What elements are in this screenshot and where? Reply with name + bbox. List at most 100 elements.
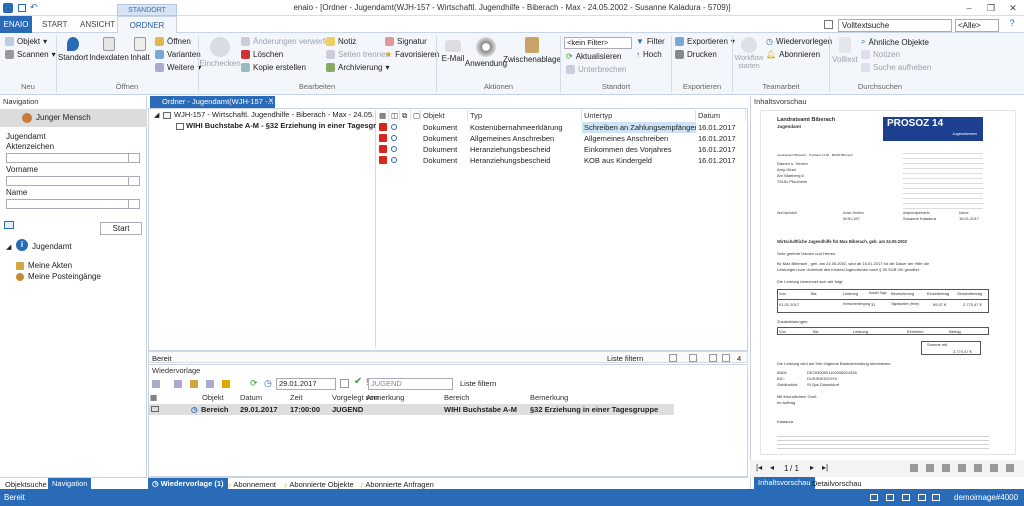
document-row[interactable]: Dokument Kostenübernahmeerklärung Schreibe… bbox=[377, 122, 747, 133]
signature-button[interactable]: Signatur bbox=[385, 37, 427, 46]
close-button[interactable]: ✕ bbox=[1002, 0, 1024, 16]
wv-col-anmerkung[interactable]: Anmerkung bbox=[366, 393, 404, 403]
subscribe-button[interactable]: 🔔︎ Abonnieren bbox=[766, 50, 820, 59]
tree-child-label[interactable]: WIHI Buchstabe A-M - §32 Erziehung in ei… bbox=[186, 121, 376, 130]
indexdaten-button[interactable]: Indexdaten bbox=[89, 37, 129, 62]
list-filter-label[interactable]: Liste filtern bbox=[460, 379, 496, 388]
copy-button[interactable]: Kopie erstellen bbox=[241, 63, 306, 72]
maximize-button[interactable]: ❐ bbox=[980, 0, 1002, 16]
tab-abonnierte-objekte[interactable]: ♪ Abonnierte Objekte bbox=[284, 480, 354, 489]
col-icon-3[interactable]: ⧉ bbox=[400, 110, 411, 121]
tree-root-label[interactable]: WJH-157 - Wirtschaftl. Jugendhilfe - Bib… bbox=[174, 110, 374, 119]
prev-page-icon[interactable]: ◂ bbox=[770, 463, 774, 472]
checkin-button[interactable]: Einchecken bbox=[199, 37, 241, 68]
fulltext-search-input[interactable]: Volltextsuche bbox=[838, 19, 952, 32]
print-button[interactable]: Drucken bbox=[675, 50, 717, 59]
wv-col-bemerkung[interactable]: Bemerkung bbox=[530, 393, 568, 403]
filter-button[interactable]: ▼ Filter bbox=[636, 37, 665, 46]
varianten-button[interactable]: Varianten bbox=[155, 50, 201, 59]
discard-changes-button[interactable]: Änderungen verwerfen bbox=[241, 37, 334, 46]
col-typ[interactable]: Typ bbox=[468, 110, 582, 121]
interrupt-button[interactable]: Unterbrechen bbox=[566, 65, 626, 74]
export-button[interactable]: Exportieren▾ bbox=[675, 37, 735, 46]
home-icon[interactable] bbox=[824, 20, 833, 29]
tab-start[interactable]: START bbox=[34, 16, 75, 33]
document-row[interactable]: Dokument Allgemeines Anschreiben Allgemein… bbox=[377, 133, 747, 144]
check-icon[interactable]: ✔ bbox=[354, 376, 362, 387]
name-field[interactable] bbox=[6, 199, 131, 209]
calendar-icon[interactable] bbox=[340, 379, 349, 388]
weitere-button[interactable]: Weitere ▾ bbox=[155, 63, 201, 72]
aktenzeichen-picker-button[interactable] bbox=[128, 153, 140, 163]
nav-tree-root[interactable]: Jugendamt bbox=[32, 242, 72, 251]
document-row[interactable]: Dokument Heranziehungsbescheid Einkommen d… bbox=[377, 144, 747, 155]
wv-col-zeit[interactable]: Zeit bbox=[290, 393, 303, 403]
toolbar-icon[interactable] bbox=[152, 380, 160, 388]
inhalt-button[interactable]: Inhalt bbox=[128, 37, 152, 62]
note-button[interactable]: Notiz bbox=[326, 37, 356, 46]
folder-tab[interactable]: Ordner - Jugendamt(WJH-157 -... bbox=[150, 96, 275, 108]
view-toggle-icon[interactable] bbox=[669, 354, 677, 362]
col-icon-1[interactable]: ▦ bbox=[377, 110, 389, 121]
open-button[interactable]: Öffnen bbox=[155, 37, 191, 46]
tool-icon[interactable] bbox=[974, 464, 982, 472]
notes-search-button[interactable]: Notizen bbox=[861, 50, 900, 59]
workflow-button[interactable]: Workflow starten bbox=[735, 37, 763, 71]
up-button[interactable]: ↑ Hoch bbox=[636, 50, 662, 59]
email-button[interactable]: E-Mail bbox=[440, 37, 466, 63]
aktenzeichen-field[interactable] bbox=[6, 153, 131, 163]
fulltext-button[interactable]: Volltext bbox=[832, 37, 858, 64]
vorname-field[interactable] bbox=[6, 176, 131, 186]
col-datum[interactable]: Datum bbox=[696, 110, 746, 121]
wv-col-icon[interactable]: ▦ bbox=[150, 393, 157, 403]
resubmit-button[interactable]: ◷ Wiedervorlegen bbox=[766, 37, 832, 46]
clipboard-button[interactable]: Zwischenablage bbox=[503, 37, 561, 64]
tab-objektsuche[interactable]: Objektsuche bbox=[5, 480, 47, 489]
tool-icon[interactable] bbox=[990, 464, 998, 472]
refresh-icon[interactable]: ⟳ bbox=[250, 378, 258, 389]
tab-inhaltsvorschau[interactable]: Inhaltsvorschau bbox=[754, 477, 815, 489]
wv-col-objekt[interactable]: Objekt bbox=[202, 393, 224, 403]
folder-tab-close-icon[interactable]: ✕ bbox=[268, 97, 274, 105]
standort-button[interactable]: Standort bbox=[58, 37, 88, 62]
help-icon[interactable]: ? bbox=[1006, 18, 1018, 30]
toolbar-icon[interactable] bbox=[190, 380, 198, 388]
clock-icon[interactable]: ◷ bbox=[264, 378, 272, 389]
name-picker-button[interactable] bbox=[128, 199, 140, 209]
delete-button[interactable]: Löschen bbox=[241, 50, 283, 59]
tool-icon[interactable] bbox=[958, 464, 966, 472]
archive-button[interactable]: Archivierung ▾ bbox=[326, 63, 389, 72]
first-page-icon[interactable]: |◂ bbox=[756, 463, 762, 472]
tab-enaio[interactable]: ENAIO bbox=[0, 16, 32, 33]
vorname-picker-button[interactable] bbox=[128, 176, 140, 186]
preview-document[interactable]: Landratsamt Biberach Jugendamt PROSOZ 14… bbox=[760, 110, 1016, 455]
new-object-button[interactable]: Objekt ▾ bbox=[5, 37, 47, 46]
filter-select[interactable]: <kein Filter> bbox=[564, 37, 632, 49]
tree-expand-icon[interactable]: ◢ bbox=[6, 243, 11, 251]
tree-collapse-icon[interactable]: ◢ bbox=[154, 111, 159, 119]
tab-abonnement[interactable]: ♪ Abonnement bbox=[228, 480, 276, 489]
nav-selected-item[interactable]: Junger Mensch bbox=[0, 109, 147, 127]
nav-tree-meine-posteingaenge[interactable]: Meine Posteingänge bbox=[28, 272, 101, 281]
nav-tree-meine-akten[interactable]: Meine Akten bbox=[28, 261, 72, 270]
page-number-input[interactable]: 1 bbox=[784, 464, 788, 473]
tab-detailvorschau[interactable]: Detailvorschau bbox=[812, 479, 862, 488]
tool-icon[interactable] bbox=[1006, 464, 1014, 472]
query-form-icon[interactable] bbox=[4, 221, 14, 229]
tab-abonnierte-anfragen[interactable]: ♪ Abonnierte Anfragen bbox=[360, 480, 434, 489]
list-filter-label[interactable]: Liste filtern bbox=[607, 353, 643, 364]
favorite-button[interactable]: ★ Favorisieren bbox=[385, 50, 439, 59]
similar-objects-button[interactable]: ⌕ Ähnliche Objekte bbox=[861, 37, 929, 47]
col-objekt[interactable]: Objekt bbox=[421, 110, 468, 121]
next-page-icon[interactable]: ▸ bbox=[810, 463, 814, 472]
application-button[interactable]: Anwendung bbox=[465, 37, 507, 68]
search-scope-select[interactable]: <Alle> bbox=[955, 19, 999, 32]
col-icon-4[interactable]: ▢ bbox=[411, 110, 421, 121]
col-untertyp[interactable]: Untertyp bbox=[582, 110, 696, 121]
minimize-button[interactable]: – bbox=[958, 0, 980, 16]
split-pages-button[interactable]: Seiten trennen bbox=[326, 50, 390, 59]
toolbar-icon[interactable] bbox=[174, 380, 182, 388]
scan-button[interactable]: Scannen ▾ bbox=[5, 50, 56, 59]
view-toggle-icon[interactable] bbox=[722, 354, 730, 362]
resubmission-row[interactable]: ◷ Bereich 29.01.2017 17:00:00 JUGEND WIH… bbox=[149, 404, 674, 415]
